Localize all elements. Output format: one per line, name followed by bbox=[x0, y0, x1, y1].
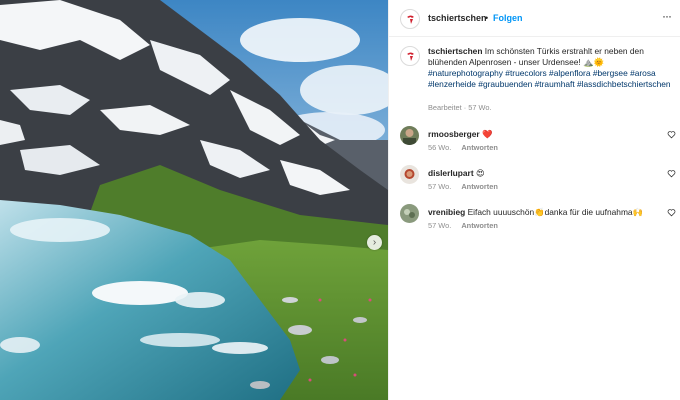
post-image[interactable]: › bbox=[0, 0, 388, 400]
comment-age: 56 Wo. bbox=[428, 143, 452, 152]
comment-meta: 57 Wo. Antworten bbox=[428, 182, 498, 191]
comment-item: dislerlupart 😍 57 Wo. Antworten bbox=[389, 165, 680, 205]
comment-avatar[interactable] bbox=[400, 126, 419, 145]
caption-avatar[interactable] bbox=[400, 46, 420, 66]
comment-text: rmoosberger ❤️ bbox=[428, 129, 492, 140]
caption-body: tschiertschen Im schönsten Türkis erstra… bbox=[428, 46, 673, 90]
comment-body: ❤️ bbox=[482, 129, 493, 139]
next-image-button[interactable]: › bbox=[367, 235, 382, 250]
comment-text: dislerlupart 😍 bbox=[428, 168, 485, 178]
comment-age: 57 Wo. bbox=[428, 221, 452, 230]
comment-meta: 56 Wo. Antworten bbox=[428, 143, 498, 152]
comment-age: 57 Wo. bbox=[428, 182, 452, 191]
chevron-right-icon: › bbox=[372, 237, 377, 248]
comment-username[interactable]: dislerlupart bbox=[428, 168, 474, 178]
comment-avatar[interactable] bbox=[400, 165, 419, 184]
reply-button[interactable]: Antworten bbox=[461, 182, 498, 191]
heart-icon[interactable] bbox=[667, 130, 676, 139]
caption-meta: Bearbeitet · 57 Wo. bbox=[428, 103, 492, 112]
header-username[interactable]: tschiertschen bbox=[428, 13, 487, 23]
comment-username[interactable]: vrenibieg bbox=[428, 207, 465, 217]
brand-logo-icon bbox=[407, 15, 414, 24]
comment-text: vrenibieg Eifach uuuuschön👏danka für die… bbox=[428, 207, 643, 218]
reply-button[interactable]: Antworten bbox=[461, 143, 498, 152]
brand-logo-icon bbox=[407, 52, 414, 61]
comment-body: 😍 bbox=[475, 168, 485, 178]
avatar[interactable] bbox=[400, 9, 420, 29]
comment-body: Eifach uuuuschön👏danka für die uufnahma🙌 bbox=[467, 207, 643, 217]
comment-item: vrenibieg Eifach uuuuschön👏danka für die… bbox=[389, 204, 680, 244]
avatar-image bbox=[400, 204, 419, 223]
caption-hashtags[interactable]: #naturephotography #truecolors #alpenflo… bbox=[428, 68, 671, 89]
more-options-icon[interactable]: ··· bbox=[662, 9, 672, 23]
comment-username[interactable]: rmoosberger bbox=[428, 129, 480, 139]
post-photo bbox=[0, 0, 388, 400]
comment-avatar[interactable] bbox=[400, 204, 419, 223]
reply-button[interactable]: Antworten bbox=[461, 221, 498, 230]
post-sidebar: tschiertschen • Folgen ··· tschiertschen… bbox=[388, 0, 680, 400]
follow-button[interactable]: Folgen bbox=[493, 13, 523, 23]
avatar-image bbox=[400, 126, 419, 145]
separator-dot: • bbox=[485, 13, 489, 23]
post-header: tschiertschen • Folgen ··· bbox=[389, 0, 680, 37]
heart-icon[interactable] bbox=[667, 208, 676, 217]
heart-icon[interactable] bbox=[667, 169, 676, 178]
comment-meta: 57 Wo. Antworten bbox=[428, 221, 498, 230]
caption-username[interactable]: tschiertschen bbox=[428, 46, 482, 56]
avatar-image bbox=[400, 165, 419, 184]
comment-item: rmoosberger ❤️ 56 Wo. Antworten bbox=[389, 126, 680, 166]
